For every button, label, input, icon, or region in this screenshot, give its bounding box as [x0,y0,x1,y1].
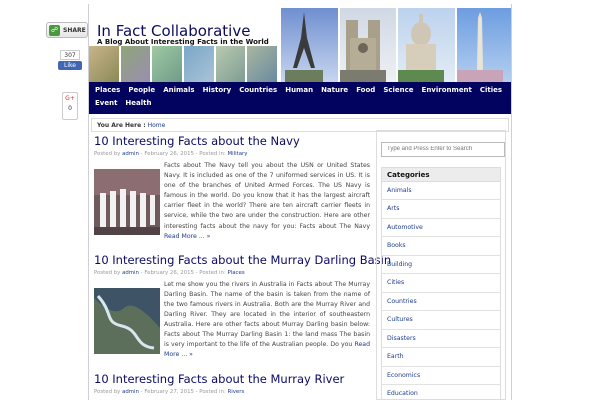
share-label: SHARE [63,26,86,34]
nav-item-animals[interactable]: Animals [159,84,198,97]
post-excerpt: Let me show you the rivers in Australia … [164,280,370,359]
header-landmark-images [279,8,511,82]
post-author-link[interactable]: admin [122,151,139,157]
breadcrumb-home-link[interactable]: Home [148,122,166,129]
post-category-link[interactable]: Places [228,270,245,276]
nav-item-science[interactable]: Science [379,84,417,97]
share-icon: ☍ [49,24,60,36]
sidebar: Categories AnimalsArtsAutomotiveBooksBui… [376,130,506,400]
main-content: 10 Interesting Facts about the Navy Post… [94,130,391,400]
category-link-disasters[interactable]: Disasters [382,330,500,348]
category-link-arts[interactable]: Arts [382,200,500,219]
category-link-cities[interactable]: Cities [382,274,500,293]
google-plus-button[interactable]: G+ 0 [62,92,78,120]
murray-darling-thumbnail-image[interactable] [94,287,160,354]
capitol-image [398,8,455,82]
category-link-animals[interactable]: Animals [382,182,500,200]
categories-widget: Categories Animals Arts Automotive Books Bui… [381,166,501,400]
facebook-like-button[interactable]: Like [58,61,82,70]
read-more-link[interactable]: Read More ... » [164,233,210,240]
post-item: 10 Interesting Facts about the Murray Da… [94,249,391,361]
notre-dame-image [339,8,396,82]
category-link-cultures[interactable]: Cultures [382,311,500,330]
nav-item-environment[interactable]: Environment [418,84,476,97]
nav-item-history[interactable]: History [199,84,236,97]
search-input[interactable] [381,141,505,157]
category-link-earth[interactable]: Earth [382,348,500,367]
post-meta: Posted by admin - February 27, 2015 - Po… [94,388,245,395]
post-meta: Posted by admin - February 26, 2015 - Po… [94,269,245,276]
washington-monument-image [456,8,511,82]
site-tagline: A Blog About Interesting Facts in the Wo… [97,38,269,46]
post-item: 10 Interesting Facts about the Navy Post… [94,130,370,242]
categories-title: Categories [382,167,500,182]
nav-item-places[interactable]: Places [91,84,124,97]
post-excerpt: Facts about The Navy tell you about the … [164,162,370,240]
nav-item-people[interactable]: People [124,84,159,97]
nav-item-nature[interactable]: Nature [317,84,352,97]
post-category-link[interactable]: Rivers [228,389,245,395]
post-category-link[interactable]: Military [228,151,248,157]
facebook-count: 307 [60,50,80,60]
eiffel-tower-image [281,8,338,82]
post-title-link[interactable]: 10 Interesting Facts about the Navy [94,134,300,148]
breadcrumb-label: You Are Here : [97,122,146,129]
navy-thumbnail-image[interactable] [94,169,160,235]
nav-item-health[interactable]: Health [121,97,155,110]
post-item: 10 Interesting Facts about the Murray Ri… [94,368,370,395]
site-header: In Fact Collaborative A Blog About Inter… [89,4,511,82]
nav-item-countries[interactable]: Countries [235,84,281,97]
header-swatches [89,46,279,82]
nav-item-event[interactable]: Event [91,97,121,110]
category-link-economics[interactable]: Economics [382,367,500,385]
social-share-column: ☍ SHARE 307 Like G+ 0 [46,22,88,120]
google-plus-count: 0 [68,105,72,112]
nav-item-human[interactable]: Human [281,84,317,97]
main-nav: Places People Animals History Countries Human… [89,82,511,114]
nav-item-cities[interactable]: Cities [476,84,506,97]
post-author-link[interactable]: admin [122,270,139,276]
category-link-education[interactable]: Education [382,385,500,400]
post-title-link[interactable]: 10 Interesting Facts about the Murray Da… [94,253,391,267]
post-title-link[interactable]: 10 Interesting Facts about the Murray Ri… [94,372,344,386]
category-link-countries[interactable]: Countries [382,293,500,311]
share-button[interactable]: ☍ SHARE [46,22,88,38]
category-link-automotive[interactable]: Automotive [382,219,500,237]
category-link-books[interactable]: Books [382,237,500,256]
post-author-link[interactable]: admin [122,389,139,395]
nav-item-food[interactable]: Food [352,84,379,97]
google-plus-label: G+ [65,95,75,102]
categories-list: Animals Arts Automotive Books Building Cities… [382,182,500,400]
post-meta: Posted by admin - February 26, 2015 - Po… [94,151,248,157]
category-link-building[interactable]: Building [382,256,500,274]
